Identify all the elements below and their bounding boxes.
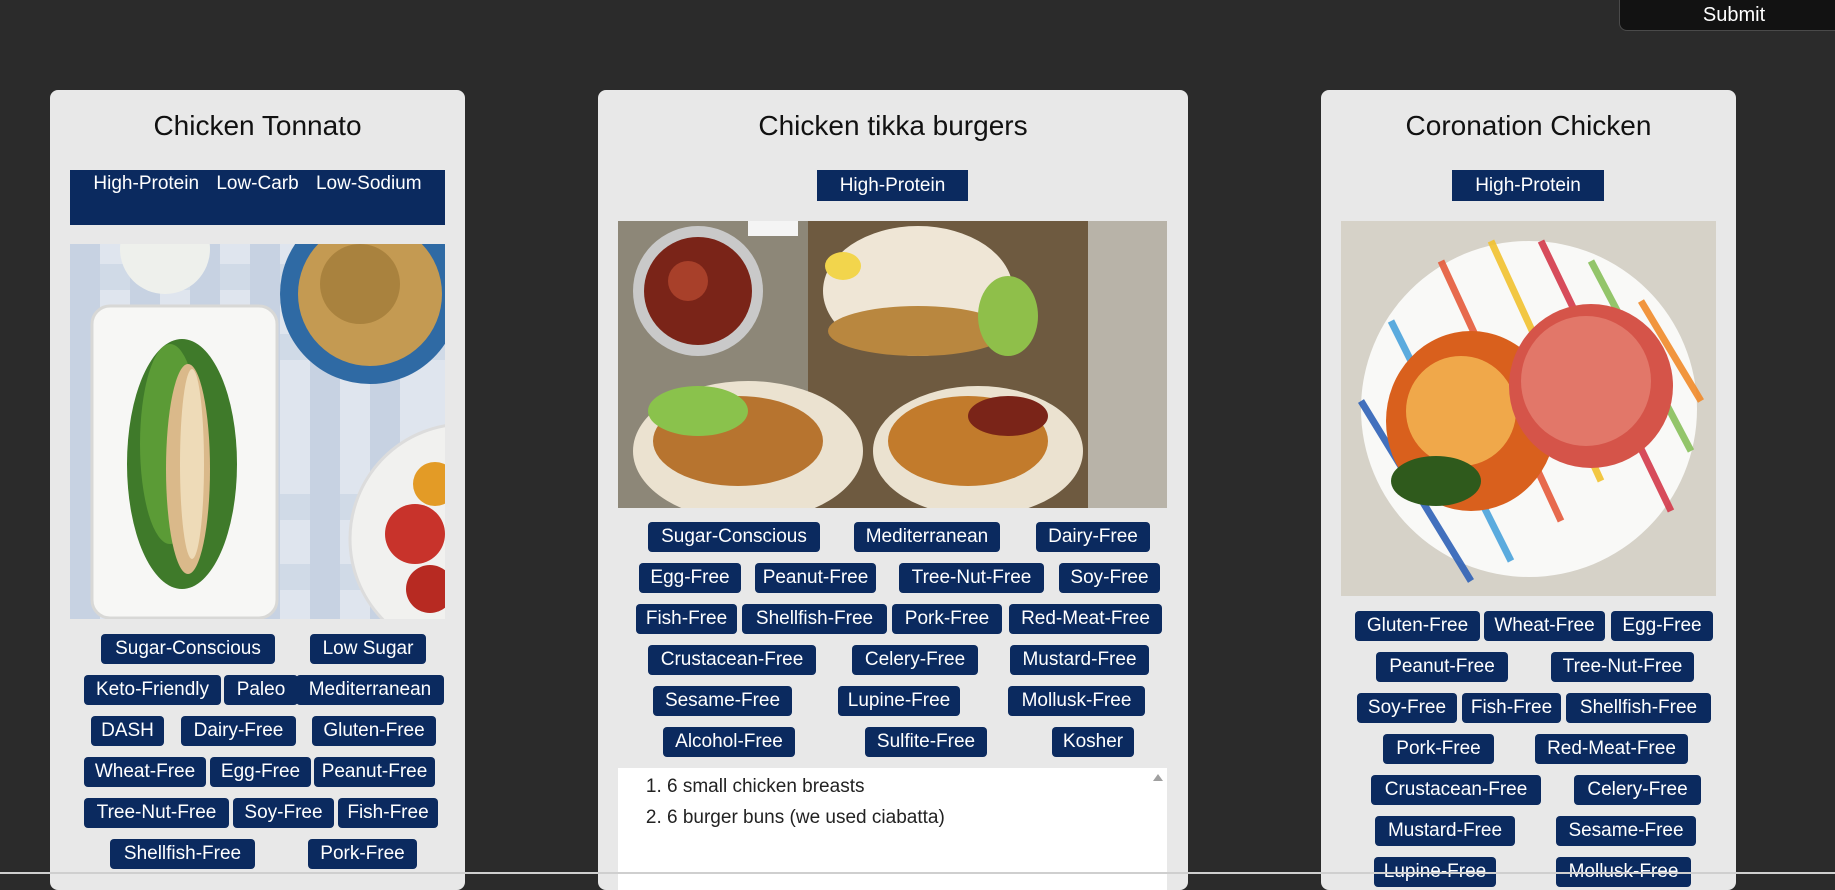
health-label[interactable]: Dairy-Free (1036, 522, 1150, 552)
health-label[interactable]: Egg-Free (210, 757, 311, 787)
ingredient-item: 6 small chicken breasts (667, 771, 1167, 802)
health-label[interactable]: Fish-Free (338, 798, 438, 828)
health-label[interactable]: Dairy-Free (181, 716, 296, 746)
health-label[interactable]: Mollusk-Free (1008, 686, 1145, 716)
health-label[interactable]: Mustard-Free (1010, 645, 1149, 675)
health-label[interactable]: Shellfish-Free (1566, 693, 1711, 723)
recipe-title: Chicken Tonnato (153, 110, 362, 141)
health-label[interactable]: Peanut-Free (755, 563, 876, 593)
recipe-card-chicken-tikka-burgers: Chicken tikka burgers High-Protein Sugar… (598, 90, 1188, 890)
health-label[interactable]: Fish-Free (636, 604, 737, 634)
health-label[interactable]: Alcohol-Free (663, 727, 795, 757)
diet-labels: High-Protein Low-Carb Low-Sodium (70, 170, 445, 225)
recipe-title: Coronation Chicken (1405, 110, 1652, 141)
recipe-image (618, 221, 1167, 508)
diet-labels: High-Protein (1452, 170, 1604, 201)
recipe-title: Chicken tikka burgers (758, 110, 1028, 141)
health-label[interactable]: Sesame-Free (1556, 816, 1696, 846)
health-label[interactable]: Wheat-Free (84, 757, 206, 787)
health-label[interactable]: Celery-Free (852, 645, 978, 675)
health-label[interactable]: Kosher (1052, 727, 1134, 757)
health-label[interactable]: Pork-Free (892, 604, 1002, 634)
health-label[interactable]: Egg-Free (639, 563, 741, 593)
health-label[interactable]: Red-Meat-Free (1535, 734, 1688, 764)
health-label[interactable]: Lupine-Free (838, 686, 960, 716)
health-label[interactable]: Red-Meat-Free (1009, 604, 1162, 634)
health-label[interactable]: Pork-Free (308, 839, 417, 869)
diet-label: High-Protein (839, 175, 946, 196)
health-label[interactable]: Tree-Nut-Free (84, 798, 229, 828)
recipe-card-coronation-chicken: Coronation Chicken High-Protein Gluten-F… (1321, 90, 1736, 890)
health-label[interactable]: Shellfish-Free (110, 839, 255, 869)
health-label[interactable]: Sugar-Conscious (648, 522, 820, 552)
health-label[interactable]: Celery-Free (1574, 775, 1701, 805)
health-label[interactable]: Pork-Free (1383, 734, 1494, 764)
health-label[interactable]: Keto-Friendly (84, 675, 221, 705)
health-label[interactable]: Soy-Free (233, 798, 334, 828)
health-label[interactable]: Fish-Free (1462, 693, 1561, 723)
health-label[interactable]: Soy-Free (1357, 693, 1457, 723)
health-label[interactable]: Peanut-Free (1376, 652, 1508, 682)
health-label[interactable]: Crustacean-Free (1371, 775, 1541, 805)
health-label[interactable]: Wheat-Free (1484, 611, 1605, 641)
health-label[interactable]: Sesame-Free (653, 686, 792, 716)
diet-label: Low-Sodium (315, 173, 422, 194)
health-label[interactable]: Soy-Free (1059, 563, 1160, 593)
recipe-card-chicken-tonnato: Chicken Tonnato High-Protein Low-Carb Lo… (50, 90, 465, 890)
diet-label: Low-Carb (216, 173, 299, 194)
recipe-image (1341, 221, 1716, 596)
health-label[interactable]: Peanut-Free (314, 757, 435, 787)
health-label[interactable]: Tree-Nut-Free (899, 563, 1044, 593)
diet-labels: High-Protein (817, 170, 968, 201)
health-label[interactable]: Sulfite-Free (865, 727, 987, 757)
health-label[interactable]: Mustard-Free (1375, 816, 1515, 846)
diet-label: High-Protein (93, 173, 200, 194)
recipe-image (70, 244, 445, 619)
health-label[interactable]: Crustacean-Free (648, 645, 816, 675)
health-label[interactable]: Gluten-Free (1355, 611, 1480, 641)
submit-button[interactable]: Submit (1619, 0, 1835, 31)
health-label[interactable]: Egg-Free (1611, 611, 1713, 641)
health-label[interactable]: Gluten-Free (312, 716, 436, 746)
health-label[interactable]: DASH (91, 716, 164, 746)
health-label[interactable]: Paleo (224, 675, 298, 705)
health-label[interactable]: Low Sugar (310, 634, 426, 664)
health-label[interactable]: Tree-Nut-Free (1551, 652, 1694, 682)
health-label[interactable]: Shellfish-Free (742, 604, 887, 634)
scroll-up-icon[interactable] (1153, 774, 1163, 781)
diet-label: High-Protein (1475, 175, 1581, 196)
health-label[interactable]: Mediterranean (296, 675, 444, 705)
ingredient-item: 6 burger buns (we used ciabatta) (667, 802, 1167, 833)
health-label[interactable]: Sugar-Conscious (101, 634, 275, 664)
health-label[interactable]: Mediterranean (854, 522, 1000, 552)
